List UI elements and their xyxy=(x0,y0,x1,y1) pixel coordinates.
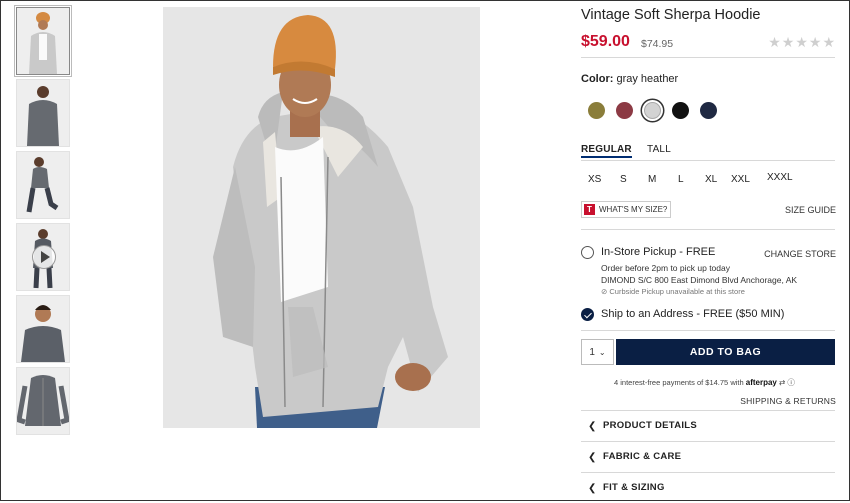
pickup-cutoff: Order before 2pm to pick up today xyxy=(601,263,730,273)
size-xs[interactable]: XS xyxy=(588,174,601,185)
sale-price: $59.00 xyxy=(581,33,630,50)
afterpay-logo: afterpay xyxy=(745,378,777,387)
chevron-left-icon: ❮ xyxy=(588,452,597,463)
color-value: gray heather xyxy=(616,73,679,85)
quantity-select[interactable]: 1 ⌄ xyxy=(581,339,614,365)
change-store-link[interactable]: CHANGE STORE xyxy=(764,249,836,259)
size-l[interactable]: L xyxy=(678,174,684,185)
chevron-left-icon: ❮ xyxy=(588,483,597,494)
thumbnail-6[interactable] xyxy=(16,367,70,435)
hoodie-model-photo xyxy=(163,7,480,428)
thumbnail-1[interactable] xyxy=(14,5,72,77)
swatch-navy[interactable] xyxy=(700,102,717,119)
main-product-image[interactable] xyxy=(163,7,480,428)
divider xyxy=(581,229,835,230)
color-label-key: Color: xyxy=(581,73,614,85)
size-xl[interactable]: XL xyxy=(705,174,717,185)
thumbnail-2[interactable] xyxy=(16,79,70,147)
original-price: $74.95 xyxy=(641,38,674,50)
tab-regular[interactable]: REGULAR xyxy=(581,144,632,158)
size-guide-link[interactable]: SIZE GUIDE xyxy=(785,205,836,215)
accordion-label: FABRIC & CARE xyxy=(603,451,682,462)
thumbnail-3-image xyxy=(17,152,69,218)
quantity-value: 1 xyxy=(589,346,595,358)
tab-tall[interactable]: TALL xyxy=(647,144,671,155)
swatch-burgundy[interactable] xyxy=(616,102,633,119)
accordion-product-details[interactable]: ❮ PRODUCT DETAILS xyxy=(581,410,835,441)
thumbnail-5[interactable] xyxy=(16,295,70,363)
accordion-fabric-care[interactable]: ❮ FABRIC & CARE xyxy=(581,441,835,472)
shipping-returns-link[interactable]: SHIPPING & RETURNS xyxy=(740,396,836,406)
pickup-radio[interactable] xyxy=(581,246,594,259)
curbside-note: ⊘ Curbside Pickup unavailable at this st… xyxy=(601,287,745,296)
accordion-label: PRODUCT DETAILS xyxy=(603,420,698,431)
tape-measure-icon: T xyxy=(584,204,595,215)
product-title: Vintage Soft Sherpa Hoodie xyxy=(581,7,761,23)
divider xyxy=(581,330,835,331)
thumbnail-1-image xyxy=(17,8,69,74)
afterpay-note: 4 interest-free payments of $14.75 with … xyxy=(614,377,795,388)
size-m[interactable]: M xyxy=(648,174,656,185)
accordion-fit-sizing[interactable]: ❮ FIT & SIZING xyxy=(581,472,835,503)
play-icon[interactable] xyxy=(32,245,56,269)
size-xxl[interactable]: XXL xyxy=(731,174,750,185)
divider xyxy=(581,57,835,58)
accordion-label: FIT & SIZING xyxy=(603,482,665,493)
divider xyxy=(581,160,835,161)
info-icon[interactable]: ⓘ xyxy=(787,378,795,387)
thumbnail-4-video[interactable] xyxy=(16,223,70,291)
afterpay-text: 4 interest-free payments of $14.75 with xyxy=(614,378,744,387)
size-xxxl[interactable]: XXXL xyxy=(767,172,793,183)
add-to-bag-button[interactable]: ADD TO BAG xyxy=(616,339,835,365)
swatch-black[interactable] xyxy=(672,102,689,119)
pickup-title: In-Store Pickup - FREE xyxy=(601,246,716,258)
whats-my-size-button[interactable]: T WHAT'S MY SIZE? xyxy=(581,201,672,218)
thumbnail-3[interactable] xyxy=(16,151,70,219)
swatch-gray-heather[interactable] xyxy=(644,102,661,119)
thumbnail-6-image xyxy=(17,368,69,434)
rating-stars[interactable]: ★★★★★ xyxy=(768,34,836,51)
pickup-store-address: DIMOND S/C 800 East Dimond Blvd Anchorag… xyxy=(601,275,798,285)
chevron-left-icon: ❮ xyxy=(588,421,597,432)
swatch-olive[interactable] xyxy=(588,102,605,119)
ship-radio[interactable] xyxy=(581,308,594,321)
chevron-down-icon: ⌄ xyxy=(598,347,606,357)
afterpay-logo-icon: ⇄ xyxy=(778,378,786,387)
color-label: Color: gray heather xyxy=(581,73,678,85)
thumbnail-5-image xyxy=(17,296,69,362)
ship-title: Ship to an Address - FREE ($50 MIN) xyxy=(601,308,785,320)
whats-my-size-label: WHAT'S MY SIZE? xyxy=(599,205,668,214)
thumbnail-2-image xyxy=(17,80,69,146)
size-s[interactable]: S xyxy=(620,174,627,185)
